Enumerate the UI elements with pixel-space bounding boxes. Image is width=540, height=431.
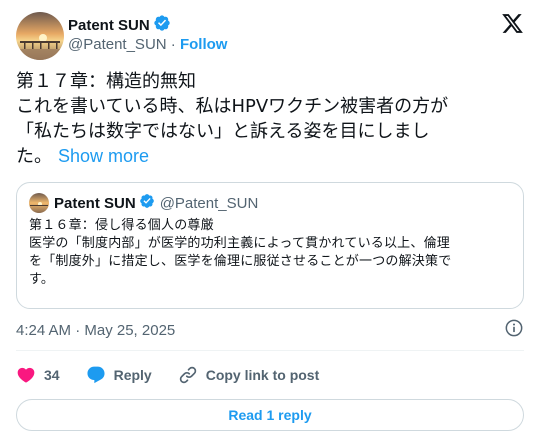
- quoted-line: す。: [29, 272, 55, 287]
- quoted-line: 第１６章：侵し得る個人の尊厳: [29, 218, 214, 233]
- author-block: Patent SUN @Patent_SUN · Follow: [68, 12, 227, 55]
- copy-link-label: Copy link to post: [205, 367, 320, 383]
- handle-row: @Patent_SUN · Follow: [68, 35, 227, 55]
- quoted-author-name: Patent SUN: [54, 194, 136, 212]
- quoted-avatar: [29, 193, 49, 213]
- avatar[interactable]: [16, 12, 64, 60]
- author-name[interactable]: Patent SUN: [68, 17, 150, 34]
- post-line-last: た。 Show more: [16, 144, 524, 169]
- quoted-post[interactable]: Patent SUN @Patent_SUN 第１６章：侵し得る個人の尊厳 医学…: [16, 182, 524, 309]
- link-icon: [179, 366, 196, 384]
- quoted-text: 第１６章：侵し得る個人の尊厳 医学の「制度内部」が医学的功利主義によって貫かれて…: [29, 217, 511, 289]
- quoted-header: Patent SUN @Patent_SUN: [29, 193, 511, 213]
- like-button[interactable]: 34: [16, 365, 60, 385]
- post-line: これを書いている時、私はHPVワクチン被害者の方が: [16, 96, 449, 117]
- verified-badge-icon: [136, 193, 155, 213]
- post-text: 第１７章：構造的無知 これを書いている時、私はHPVワクチン被害者の方が 「私た…: [16, 69, 524, 169]
- info-icon[interactable]: [504, 318, 524, 342]
- post-meta: 4:24 AM · May 25, 2025: [16, 319, 524, 341]
- quoted-line: 医学の「制度内部」が医学的功利主義によって貫かれている以上、倫理: [29, 236, 450, 251]
- copy-link-button[interactable]: Copy link to post: [178, 365, 320, 385]
- action-bar: 34 Reply Copy link to post: [16, 351, 524, 399]
- post-line: 第１７章：構造的無知: [16, 71, 196, 92]
- reply-label: Reply: [113, 367, 152, 383]
- timestamp[interactable]: 4:24 AM · May 25, 2025: [16, 322, 175, 339]
- follow-link[interactable]: Follow: [180, 36, 228, 53]
- verified-badge-icon: [150, 14, 171, 36]
- read-replies-button[interactable]: Read 1 reply: [16, 399, 524, 431]
- tweet-header: Patent SUN @Patent_SUN · Follow: [16, 12, 524, 64]
- heart-icon: [17, 367, 35, 383]
- quoted-author-handle: @Patent_SUN: [159, 194, 259, 212]
- name-row: Patent SUN: [68, 15, 227, 35]
- reply-bubble-icon: [87, 366, 105, 384]
- tweet-card: Patent SUN @Patent_SUN · Follow 第１７章：構造的: [0, 0, 540, 431]
- post-line: 「私たちは数字ではない」と訴える姿を目にしまし: [16, 121, 430, 142]
- handle-separator: ·: [170, 36, 176, 53]
- quoted-line: を「制度外」に措定し、医学を倫理に服従させることが一つの解決策で: [29, 254, 452, 269]
- x-logo-icon[interactable]: [501, 12, 524, 35]
- post-line-text: た。: [16, 146, 52, 167]
- show-more-link[interactable]: Show more: [58, 146, 149, 166]
- like-count: 34: [44, 367, 60, 383]
- author-handle[interactable]: @Patent_SUN: [68, 36, 167, 53]
- reply-button[interactable]: Reply: [86, 365, 152, 385]
